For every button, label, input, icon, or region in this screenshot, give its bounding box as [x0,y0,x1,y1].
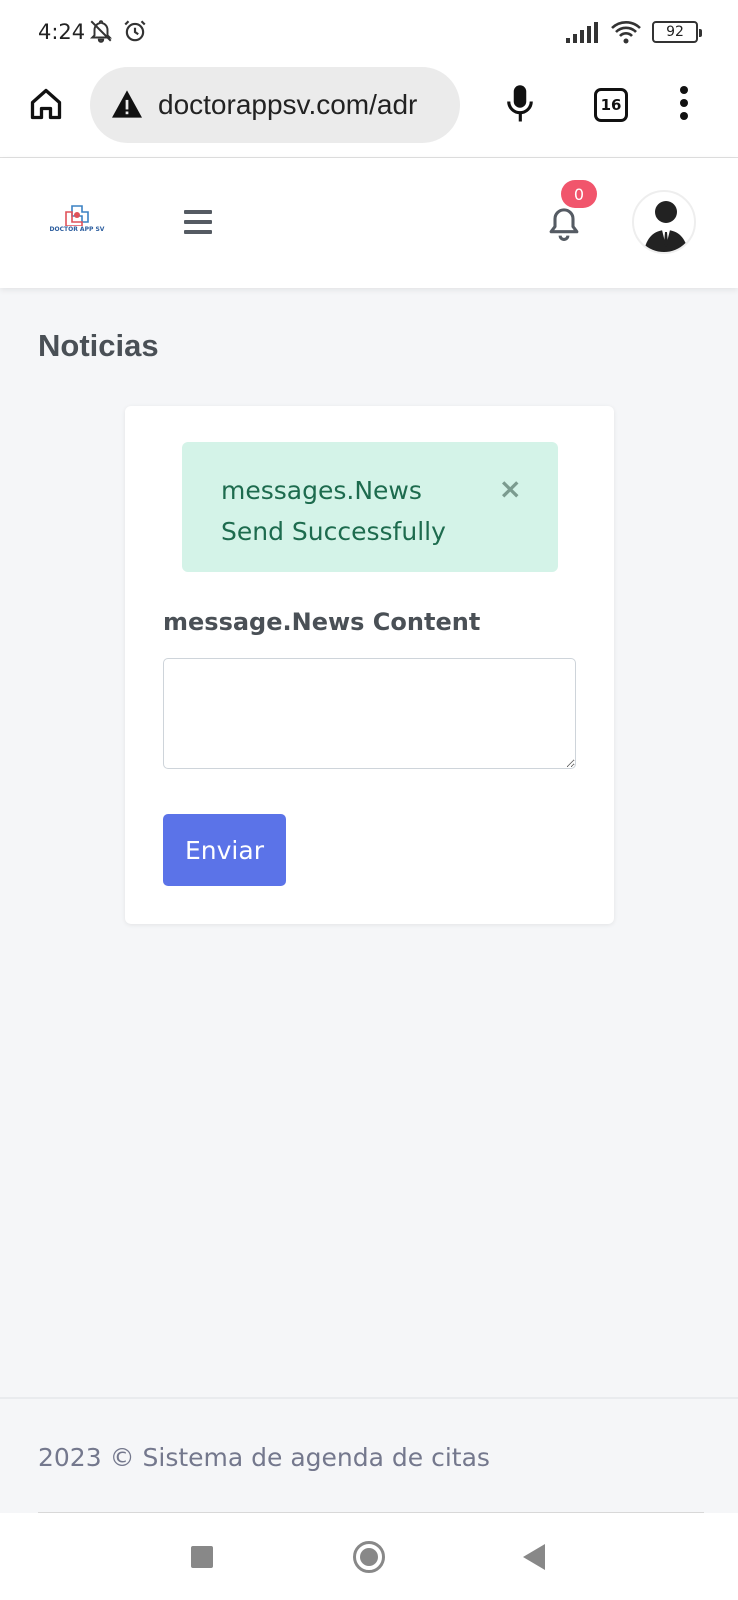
status-bar: 4:24 92 [0,0,738,64]
alert-message: messages.News Send Successfully [221,476,446,546]
news-content-label: message.News Content [163,608,481,636]
more-vert-icon[interactable] [676,86,692,124]
url-bar[interactable]: doctorappsv.com/adr [90,67,460,143]
battery-level: 92 [666,24,684,40]
news-card: messages.News Send Successfully × messag… [125,406,614,924]
wifi-icon [611,21,641,44]
logo-cross-icon [65,205,89,226]
bell-icon[interactable] [548,206,580,242]
home-icon[interactable] [28,86,64,122]
page-title: Noticias [38,328,159,363]
browser-toolbar: doctorappsv.com/adr 16 [0,64,738,158]
close-icon[interactable]: × [499,472,522,505]
status-right-icons: 92 [566,20,702,44]
tabs-button[interactable]: 16 [594,88,628,122]
app-header: DOCTOR APP SV 0 [0,158,738,288]
battery-icon: 92 [652,21,702,43]
status-time: 4:24 [38,20,86,44]
home-nav-icon[interactable] [353,1541,385,1573]
notification-badge: 0 [561,180,597,208]
logo[interactable]: DOCTOR APP SV [44,202,110,242]
user-silhouette-icon [644,201,688,252]
alarm-icon [124,20,146,42]
status-left-icons [88,18,148,44]
notifications-off-icon [89,20,113,43]
footer-text: 2023 © Sistema de agenda de citas [38,1443,490,1472]
tab-count: 16 [600,96,622,114]
logo-text: DOCTOR APP SV [49,226,105,233]
android-nav-bar [0,1513,738,1600]
user-avatar[interactable] [632,190,696,254]
warning-icon[interactable] [110,89,144,119]
news-content-textarea[interactable] [163,658,576,769]
recents-icon[interactable] [191,1546,213,1568]
submit-button[interactable]: Enviar [163,814,286,886]
signal-icon [566,22,598,43]
footer: 2023 © Sistema de agenda de citas [0,1397,738,1513]
url-text[interactable]: doctorappsv.com/adr [158,89,417,121]
back-icon[interactable] [523,1544,545,1570]
mic-icon[interactable] [505,84,535,124]
success-alert: messages.News Send Successfully × [182,442,558,572]
menu-icon[interactable] [184,210,212,240]
